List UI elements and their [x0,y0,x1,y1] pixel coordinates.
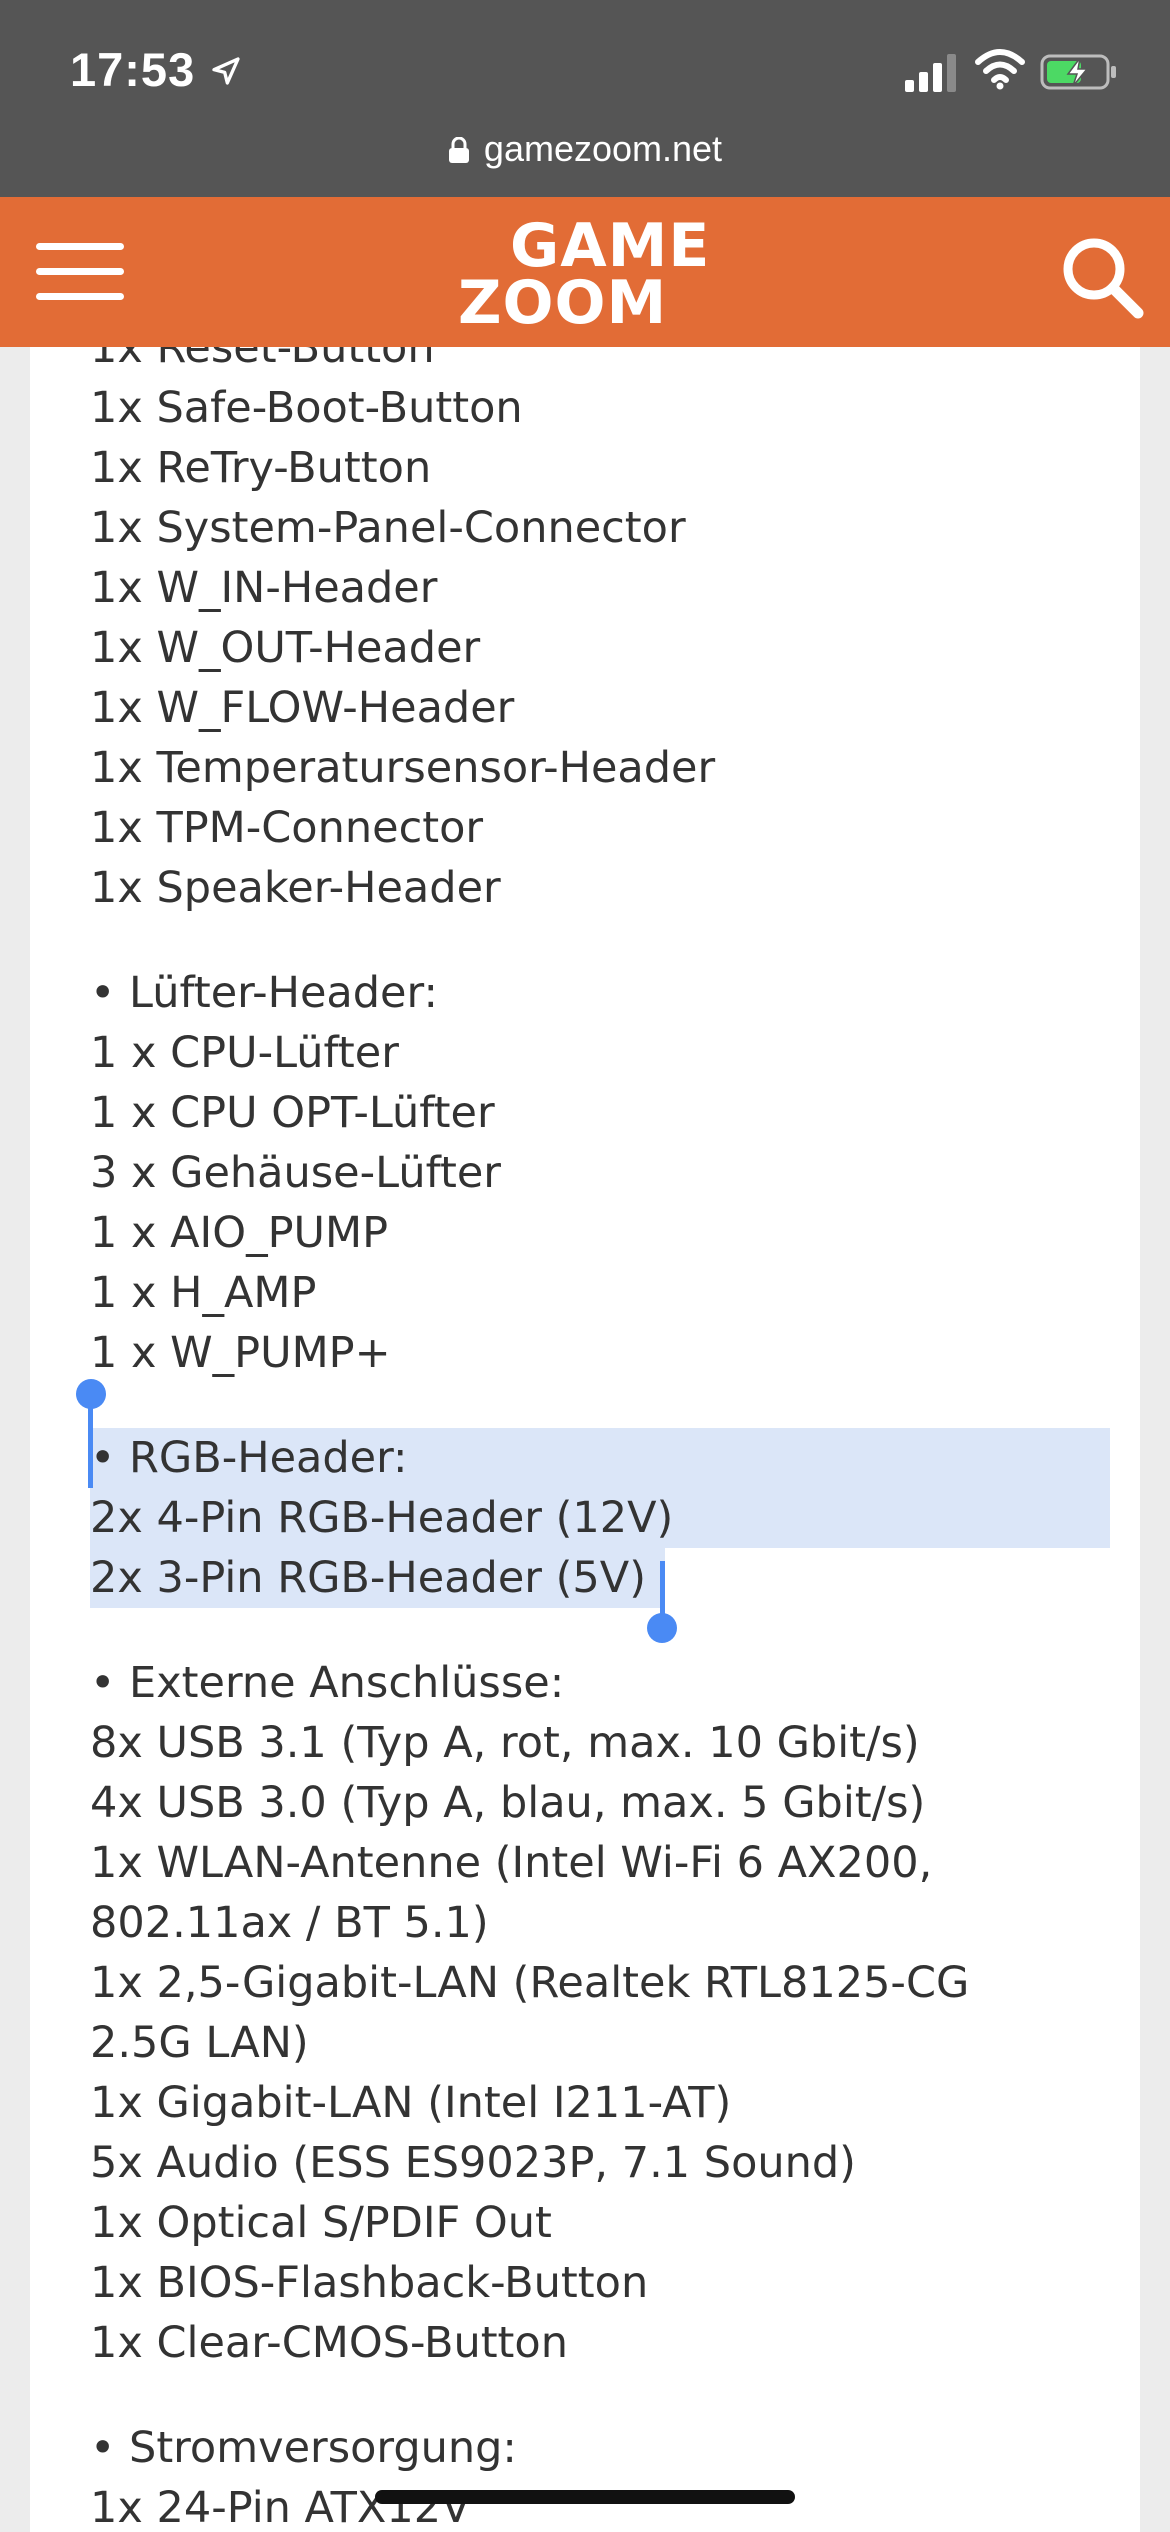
search-icon[interactable] [1058,233,1146,321]
section-heading-power: • Stromversorgung: [90,2423,517,2473]
site-header: GAME ZOOM [0,197,1170,347]
list-item: 1x Gigabit-LAN (Intel I211-AT) [90,2078,732,2128]
list-item: 1x WLAN-Antenne (Intel Wi-Fi 6 AX200, [90,1838,933,1888]
list-item: 2x 4-Pin RGB-Header (12V) [90,1488,1110,1548]
url-text: gamezoom.net [483,128,723,169]
list-item: 1x W_IN-Header [90,563,438,613]
status-bar: 17:53 gamezoom.net [0,0,1170,197]
wifi-icon [975,49,1025,90]
list-item: 1x TPM-Connector [90,803,484,853]
list-item: 1 x AIO_PUMP [90,1208,389,1258]
battery-charging-icon [1040,54,1116,90]
list-item: 1x Speaker-Header [90,863,501,913]
list-item: 1 x CPU-Lüfter [90,1028,399,1078]
list-item: 1x BIOS-Flashback-Button [90,2258,649,2308]
list-item: 1x Reset-Button [90,347,435,373]
lock-icon [448,137,469,163]
list-item: 2x 3-Pin RGB-Header (5V) [90,1548,665,1608]
clock: 17:53 [70,43,196,96]
list-item: 5x Audio (ESS ES9023P, 7.1 Sound) [90,2138,856,2188]
selection-start-caret [88,1406,93,1488]
section-heading-rgb: • RGB-Header: [90,1428,1110,1488]
list-item: 1x Optical S/PDIF Out [90,2198,552,2248]
address-bar[interactable]: gamezoom.net [0,128,1170,170]
list-item: 1x Safe-Boot-Button [90,383,523,433]
section-heading-fans: • Lüfter-Header: [90,968,438,1018]
list-item: 2.5G LAN) [90,2018,309,2068]
list-item: 1 x H_AMP [90,1268,317,1318]
list-item: 8x USB 3.1 (Typ A, rot, max. 10 Gbit/s) [90,1718,920,1768]
list-item: 1x Temperatursensor-Header [90,743,716,793]
list-item: 1x Clear-CMOS-Button [90,2318,568,2368]
selection-start-handle[interactable] [76,1379,106,1409]
spec-list: 1x Reset-Button 1x Safe-Boot-Button 1x R… [76,347,1110,2532]
logo-line2: ZOOM [458,268,668,338]
list-item: 3 x Gehäuse-Lüfter [90,1148,501,1198]
location-arrow-icon [212,57,240,85]
list-item: 1x 24-Pin ATX12V [90,2483,471,2532]
list-item: 4x USB 3.0 (Typ A, blau, max. 5 Gbit/s) [90,1778,926,1828]
list-item: 1x 2,5-Gigabit-LAN (Realtek RTL8125-CG [90,1958,970,2008]
home-indicator[interactable] [375,2490,795,2504]
section-heading-external: • Externe Anschlüsse: [90,1658,565,1708]
list-item: 1 x CPU OPT-Lüfter [90,1088,495,1138]
selection-end-handle[interactable] [647,1613,677,1643]
list-item: 802.11ax / BT 5.1) [90,1898,489,1948]
list-item: 1 x W_PUMP+ [90,1328,391,1378]
cellular-signal-icon [905,54,956,92]
article-content: 1x Reset-Button 1x Safe-Boot-Button 1x R… [30,347,1140,2532]
selection-end-caret [660,1561,665,1621]
list-item: 1x ReTry-Button [90,443,432,493]
list-item: 1x W_OUT-Header [90,623,481,673]
list-item: 1x System-Panel-Connector [90,503,686,553]
list-item: 1x W_FLOW-Header [90,683,515,733]
text-selection[interactable]: • RGB-Header: 2x 4-Pin RGB-Header (12V) … [76,1379,1110,1643]
hamburger-menu-icon[interactable] [36,243,124,301]
